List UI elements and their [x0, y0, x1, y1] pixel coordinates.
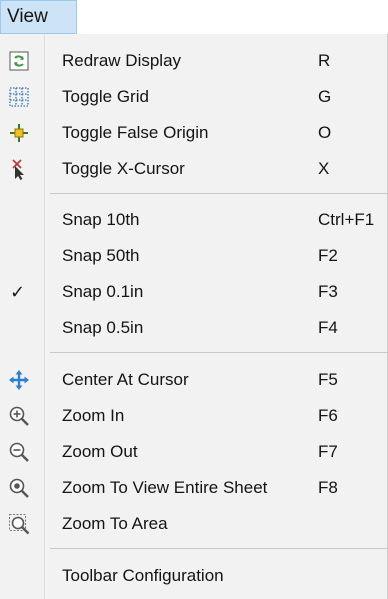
menu-item-label: Zoom To View Entire Sheet — [62, 478, 268, 497]
grid-icon — [8, 86, 30, 108]
menu-item-label: Snap 50th — [62, 246, 140, 265]
menu-item-shortcut: X — [318, 159, 330, 178]
menu-item-shortcut: F7 — [318, 442, 338, 461]
menu-separator — [50, 548, 388, 549]
menu-item-center-at-cursor[interactable]: Center At Cursor F5 — [0, 362, 388, 398]
menu-item-label: Snap 0.5in — [62, 318, 144, 337]
menu-item-label: Toggle X-Cursor — [62, 159, 185, 178]
false-origin-icon — [8, 122, 30, 144]
menu-item-snap-10th[interactable]: Snap 10th Ctrl+F1 — [0, 202, 388, 238]
menu-item-label: Zoom To Area — [62, 514, 168, 533]
menu-item-redraw-display[interactable]: Redraw Display R — [0, 43, 388, 79]
menu-item-label: Toolbar Configuration — [62, 566, 224, 585]
menu-item-shortcut: O — [318, 123, 332, 142]
menu-separator — [50, 193, 388, 194]
zoom-area-icon — [8, 513, 30, 535]
menu-item-zoom-to-area[interactable]: Zoom To Area — [0, 506, 388, 542]
menu-item-shortcut: F6 — [318, 406, 338, 425]
menu-item-label: Snap 10th — [62, 210, 140, 229]
menu-item-shortcut: G — [318, 87, 332, 106]
menu-item-shortcut: F8 — [318, 478, 338, 497]
menu-item-toggle-grid[interactable]: Toggle Grid G — [0, 79, 388, 115]
menu-item-shortcut: Ctrl+F1 — [318, 210, 375, 229]
menu-item-shortcut: F2 — [318, 246, 338, 265]
x-cursor-icon — [8, 158, 30, 180]
menu-item-shortcut: F5 — [318, 370, 338, 389]
zoom-in-icon — [8, 405, 30, 427]
menu-item-label: Snap 0.1in — [62, 282, 144, 301]
menu-item-label: Toggle False Origin — [62, 123, 209, 142]
zoom-sheet-icon — [8, 477, 30, 499]
menu-item-label: Toggle Grid — [62, 87, 149, 106]
menu-item-label: Zoom In — [62, 406, 125, 425]
zoom-out-icon — [8, 441, 30, 463]
menu-item-zoom-in[interactable]: Zoom In F6 — [0, 398, 388, 434]
menu-item-shortcut: R — [318, 51, 331, 70]
menu-item-snap-50th[interactable]: Snap 50th F2 — [0, 238, 388, 274]
menu-item-label: Center At Cursor — [62, 370, 189, 389]
checkmark-icon: ✓ — [10, 282, 26, 302]
menu-item-label: Redraw Display — [62, 51, 182, 70]
menu-separator — [50, 352, 388, 353]
menu-item-shortcut: F3 — [318, 282, 338, 301]
menu-item-snap-0-5in[interactable]: Snap 0.5in F4 — [0, 310, 388, 346]
menu-item-toolbar-configuration[interactable]: Toolbar Configuration — [0, 558, 388, 594]
menu-view[interactable]: View — [0, 0, 77, 34]
menu-item-snap-0-1in[interactable]: ✓ Snap 0.1in F3 — [0, 274, 388, 310]
menu-item-toggle-x-cursor[interactable]: Toggle X-Cursor X — [0, 151, 388, 187]
center-cursor-icon — [8, 369, 30, 391]
menu-item-zoom-out[interactable]: Zoom Out F7 — [0, 434, 388, 470]
menu-item-toggle-false-origin[interactable]: Toggle False Origin O — [0, 115, 388, 151]
menu-item-zoom-entire-sheet[interactable]: Zoom To View Entire Sheet F8 — [0, 470, 388, 506]
view-menu-dropdown: Redraw Display R Toggle Grid G Toggle Fa… — [0, 34, 388, 599]
menu-item-label: Zoom Out — [62, 442, 138, 461]
menu-item-shortcut: F4 — [318, 318, 338, 337]
redraw-icon — [8, 50, 30, 72]
menubar: View — [0, 0, 388, 34]
